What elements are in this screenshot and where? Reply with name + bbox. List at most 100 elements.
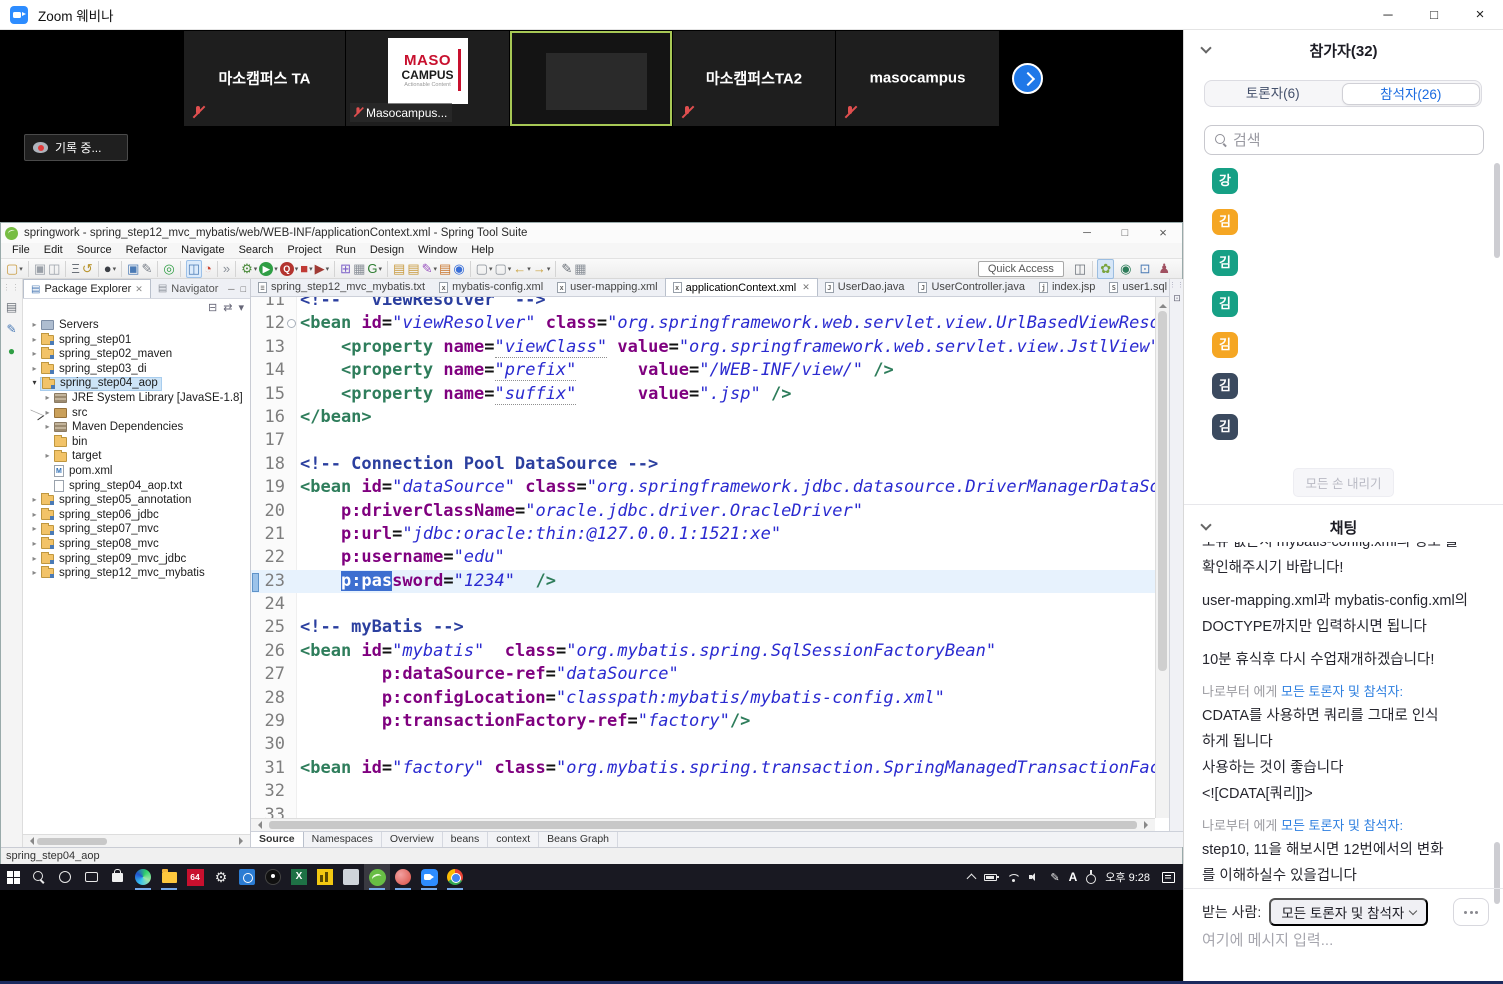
code-line[interactable]: 28 p:configLocation="classpath:mybatis/m… [251, 687, 1155, 710]
next-page-arrow-button[interactable] [1012, 63, 1043, 94]
web-icon[interactable]: ◉ [453, 260, 464, 277]
volume-icon[interactable] [1029, 872, 1041, 882]
server-start-icon[interactable]: ◎ [163, 260, 174, 277]
tree-arrow-icon[interactable]: ▸ [29, 522, 40, 537]
code-line[interactable]: 24 [251, 593, 1155, 616]
menu-help[interactable]: Help [464, 243, 501, 258]
team-perspective-icon[interactable]: ♟ [1156, 260, 1172, 278]
save-all-icon[interactable]: ◫ [48, 260, 60, 277]
editor-tab[interactable]: x user-mapping.xml [550, 278, 664, 296]
menu-window[interactable]: Window [411, 243, 464, 258]
open-perspective-icon[interactable]: ◫ [1072, 260, 1088, 278]
tree-item[interactable]: bin [23, 435, 250, 450]
wifi-icon[interactable] [1006, 872, 1021, 882]
code-line[interactable]: 29 p:transactionFactory-ref="factory"/> [251, 710, 1155, 733]
tree-arrow-icon[interactable]: ▸ [29, 362, 40, 377]
java-perspective-icon[interactable]: ◉ [1118, 260, 1133, 278]
tree-arrow-icon[interactable]: ▸ [29, 537, 40, 552]
participant-avatar[interactable]: 김 [1212, 332, 1238, 358]
search-button[interactable] [26, 864, 52, 890]
maps-app[interactable] [260, 864, 286, 890]
tab-package-explorer[interactable]: ▤ Package Explorer ✕ [23, 279, 151, 298]
search-input[interactable] [1233, 131, 1463, 149]
code-line[interactable]: 31 <bean id="factory" class="org.mybatis.… [251, 757, 1155, 780]
code-line[interactable]: 30 [251, 733, 1155, 756]
fast-view-icon[interactable]: ✎ [6, 322, 16, 336]
save-icon[interactable]: ▣ [34, 260, 46, 277]
tab-close-icon[interactable]: ✕ [802, 282, 810, 293]
quick-access-box[interactable]: Quick Access [977, 260, 1064, 277]
new-file-icon[interactable]: ✎ ▾ [422, 260, 437, 277]
notes-app[interactable] [338, 864, 364, 890]
tree-item[interactable]: ▸ Servers [23, 318, 250, 333]
video-tile[interactable] [510, 31, 672, 126]
zoom-app[interactable] [416, 864, 442, 890]
ime-mode-icon[interactable] [1086, 869, 1097, 884]
video-tile[interactable]: 마소캠퍼스 TA [184, 31, 345, 126]
code-line[interactable]: 33 [251, 804, 1155, 818]
explorer-hscrollbar[interactable] [23, 834, 250, 847]
menu-run[interactable]: Run [329, 243, 363, 258]
file-explorer-app[interactable] [156, 864, 182, 890]
chat-message-input[interactable] [1202, 932, 1482, 949]
refresh-icon[interactable]: ↺ [82, 260, 93, 277]
toggle-panel-icon[interactable]: ◫ [185, 259, 202, 278]
tree-arrow-icon[interactable]: ▸ [42, 420, 53, 435]
code-line[interactable]: 25 <!-- myBatis --> [251, 616, 1155, 639]
editor-hscrollbar[interactable] [251, 818, 1155, 831]
open-type-icon[interactable]: ▣ [127, 260, 139, 277]
tree-item[interactable]: ▸ spring_step01 [23, 332, 250, 348]
cortana-button[interactable] [52, 864, 78, 890]
chat-more-button[interactable] [1453, 898, 1489, 926]
menu-source[interactable]: Source [70, 243, 119, 258]
editor-vscrollbar[interactable] [1155, 297, 1169, 818]
profile-icon[interactable]: ▶ ▾ [315, 260, 330, 277]
profile-timer-icon[interactable]: ◔ [204, 260, 212, 277]
chat-scrollbar[interactable] [1494, 842, 1500, 904]
participant-avatar[interactable]: 김 [1212, 250, 1238, 276]
menu-project[interactable]: Project [280, 243, 328, 258]
menu-file[interactable]: File [5, 243, 37, 258]
participant-avatar[interactable]: 김 [1212, 209, 1238, 235]
editor-tab[interactable]: j index.jsp [1032, 278, 1102, 296]
code-line[interactable]: 20 p:driverClassName="oracle.jdbc.driver… [251, 500, 1155, 523]
tree-item[interactable]: ▸ spring_step02_maven [23, 347, 250, 362]
code-line[interactable]: 11 <!-- viewResolver --> [251, 297, 1155, 312]
restore-outline-icon[interactable]: ⊡ [1173, 293, 1181, 304]
pin-icon[interactable]: ▦ [574, 260, 586, 277]
close-button[interactable]: × [1457, 0, 1503, 30]
tree-arrow-icon[interactable]: ▸ [42, 406, 53, 421]
ide-close-button[interactable]: × [1144, 223, 1182, 243]
editor-tab[interactable]: x applicationContext.xml ✕ [664, 278, 818, 296]
bottom-tab-namespaces[interactable]: Namespaces [304, 832, 382, 847]
bottom-tab-beans-graph[interactable]: Beans Graph [539, 832, 618, 847]
generate-icon[interactable]: G ▾ [367, 260, 382, 277]
project-tree[interactable]: ▸ Servers ▸ spring_step01 ▸ spring_step02_mav… [23, 315, 250, 834]
action-center-icon[interactable] [1162, 871, 1175, 883]
menu-edit[interactable]: Edit [37, 243, 70, 258]
tree-item[interactable]: ▸ spring_step12_mvc_mybatis [23, 566, 250, 581]
video-tile[interactable]: MASO CAMPUS Actionable Content Masocampus..… [346, 31, 509, 126]
prev-annotation-icon[interactable]: ▢ ▾ [494, 260, 511, 277]
editor-tab[interactable]: x mybatis-config.xml [432, 278, 550, 296]
task-view-button[interactable] [78, 864, 104, 890]
tree-item[interactable]: ▸ src [23, 406, 250, 421]
chrome-app[interactable] [442, 864, 468, 890]
import-icon[interactable]: ▤ [439, 260, 451, 277]
new-icon[interactable]: ▢ ▾ [6, 260, 23, 277]
pen-icon[interactable]: ✎ [1050, 871, 1059, 884]
tree-arrow-icon[interactable]: ▸ [29, 566, 40, 581]
minimize-button[interactable]: ─ [1365, 0, 1411, 30]
participant-avatar[interactable]: 김 [1212, 373, 1238, 399]
recipient-dropdown[interactable]: 모든 토론자 및 참석자 [1269, 898, 1429, 926]
tree-arrow-icon[interactable]: ▸ [29, 347, 40, 362]
link-with-editor-icon[interactable]: ⇄ [223, 301, 232, 314]
tab-navigator[interactable]: ▤ Navigator [151, 279, 226, 298]
store-app[interactable] [104, 864, 130, 890]
bottom-tab-overview[interactable]: Overview [382, 832, 443, 847]
run-icon[interactable]: ▶ ▾ [259, 260, 278, 277]
tab-close-icon[interactable]: ✕ [135, 284, 143, 295]
tree-arrow-icon[interactable]: ▾ [29, 376, 40, 391]
code-line[interactable]: 27 p:dataSource-ref="dataSource" [251, 663, 1155, 686]
tree-arrow-icon[interactable]: ▸ [29, 318, 40, 333]
